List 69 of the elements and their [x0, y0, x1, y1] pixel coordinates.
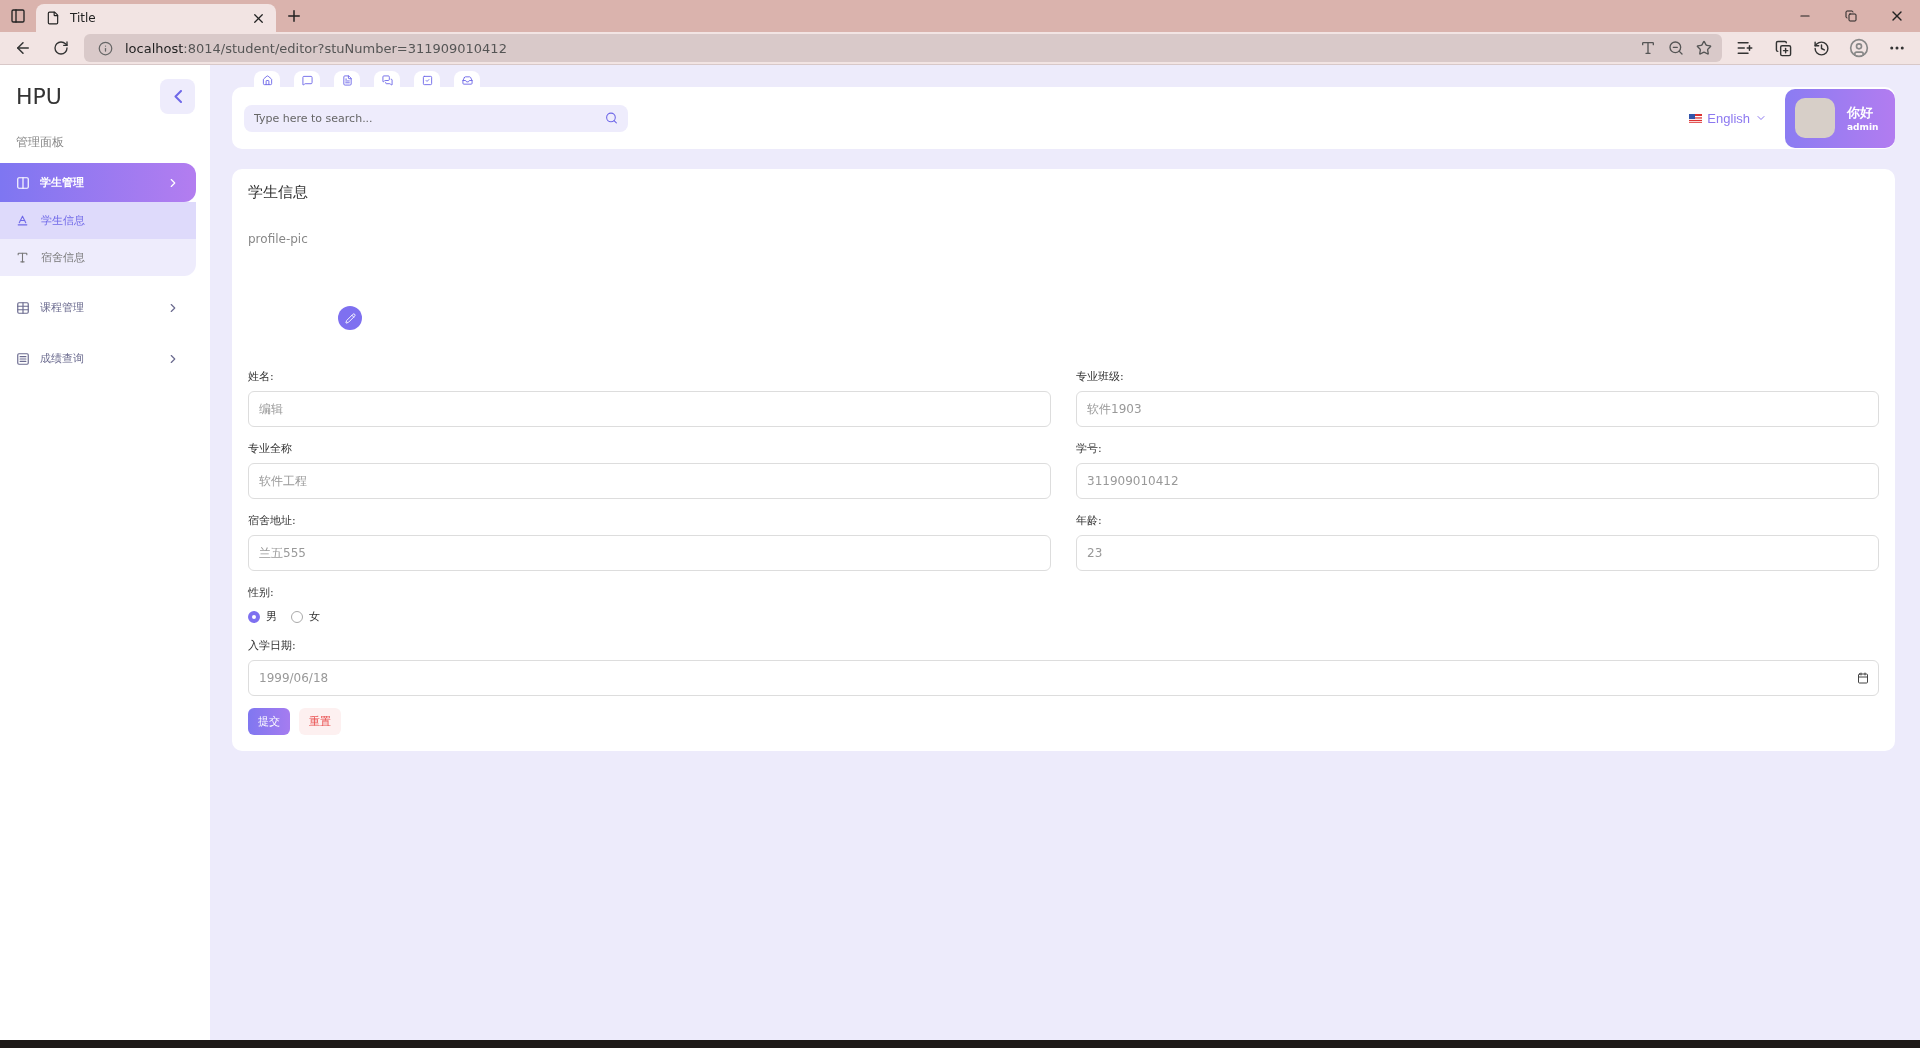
chat-tab[interactable] — [374, 71, 400, 87]
menu-icon — [16, 300, 30, 315]
document-icon — [341, 75, 353, 86]
calendar-icon — [1857, 672, 1869, 684]
radio-label: 男 — [266, 609, 277, 624]
field-label: 年龄: — [1076, 513, 1102, 529]
input-field[interactable]: 软件工程 — [248, 463, 1051, 499]
inbox-tab[interactable] — [454, 71, 480, 87]
check-icon — [421, 75, 433, 86]
field-label: 性别: — [248, 585, 274, 601]
input-field[interactable]: 311909010412 — [1076, 463, 1879, 499]
document-tab[interactable] — [334, 71, 360, 87]
submenu-icon — [16, 251, 29, 264]
flag-icon — [1689, 113, 1703, 123]
zoom-out-icon[interactable] — [1668, 40, 1684, 56]
radio-button[interactable] — [291, 610, 303, 623]
submenu-item[interactable]: 学生信息 — [0, 202, 196, 239]
letter-icon[interactable] — [1640, 40, 1656, 56]
radio-button[interactable] — [248, 610, 260, 623]
address-bar[interactable]: localhost:8014/student/editor?stuNumber=311909010412 — [84, 34, 1722, 62]
user-panel[interactable]: 你好 admin — [1785, 88, 1895, 148]
home-icon — [261, 75, 273, 86]
tab-title: Title — [70, 11, 97, 25]
field-label: 入学日期: — [248, 638, 296, 654]
menu-item[interactable]: 成绩查询 — [0, 339, 196, 378]
check-tab[interactable] — [414, 71, 440, 87]
submenu-item[interactable]: 宿舍信息 — [0, 239, 196, 276]
input-field[interactable]: 软件1903 — [1076, 391, 1879, 427]
input-field[interactable]: 编辑 — [248, 391, 1051, 427]
info-icon — [98, 40, 113, 56]
avatar-placeholder — [1795, 98, 1835, 138]
submenu-icon — [16, 214, 29, 227]
field-label: 姓名: — [248, 369, 274, 385]
card-title: 学生信息 — [248, 183, 309, 202]
message-tab[interactable] — [294, 71, 320, 87]
input-field[interactable]: 23 — [1076, 535, 1879, 571]
chevron-left-icon — [173, 90, 182, 103]
menu-item[interactable]: 学生管理 — [0, 163, 196, 202]
field-label: 专业全称 — [248, 441, 292, 457]
field-label: 专业班级: — [1076, 369, 1124, 385]
menu-item[interactable]: 课程管理 — [0, 288, 196, 327]
search-icon — [605, 111, 618, 125]
inbox-icon — [461, 75, 473, 86]
reset-button[interactable]: 重置 — [299, 708, 341, 735]
submit-button[interactable]: 提交 — [248, 708, 290, 735]
menu-icon — [16, 175, 30, 190]
collapse-button[interactable] — [160, 79, 195, 114]
search-field[interactable]: Type here to search... — [244, 104, 628, 132]
chat-icon — [381, 75, 393, 86]
brand-name: HPU — [16, 84, 62, 109]
page-icon — [46, 11, 60, 25]
section-title: 管理面板 — [15, 134, 65, 151]
field-label: 学号: — [1076, 441, 1102, 457]
user-greeting: 你好 — [1847, 104, 1874, 122]
star-icon[interactable] — [1696, 40, 1712, 56]
browser-tab[interactable]: Title — [36, 4, 276, 32]
pencil-icon — [344, 312, 356, 324]
user-role: admin — [1847, 122, 1879, 132]
edit-button[interactable] — [338, 306, 362, 330]
radio-label: 女 — [309, 609, 320, 624]
menu-icon — [16, 351, 30, 366]
broken-image: profile-pic — [248, 232, 308, 246]
language-selector[interactable]: English — [1683, 109, 1773, 127]
date-field[interactable]: 1999/06/18 — [248, 660, 1879, 696]
input-field[interactable]: 兰五555 — [248, 535, 1051, 571]
message-icon — [301, 75, 313, 86]
field-label: 宿舍地址: — [248, 513, 296, 529]
home-tab[interactable] — [254, 71, 280, 87]
url-text: localhost:8014/student/editor?stuNumber=311909010412 — [125, 40, 508, 56]
